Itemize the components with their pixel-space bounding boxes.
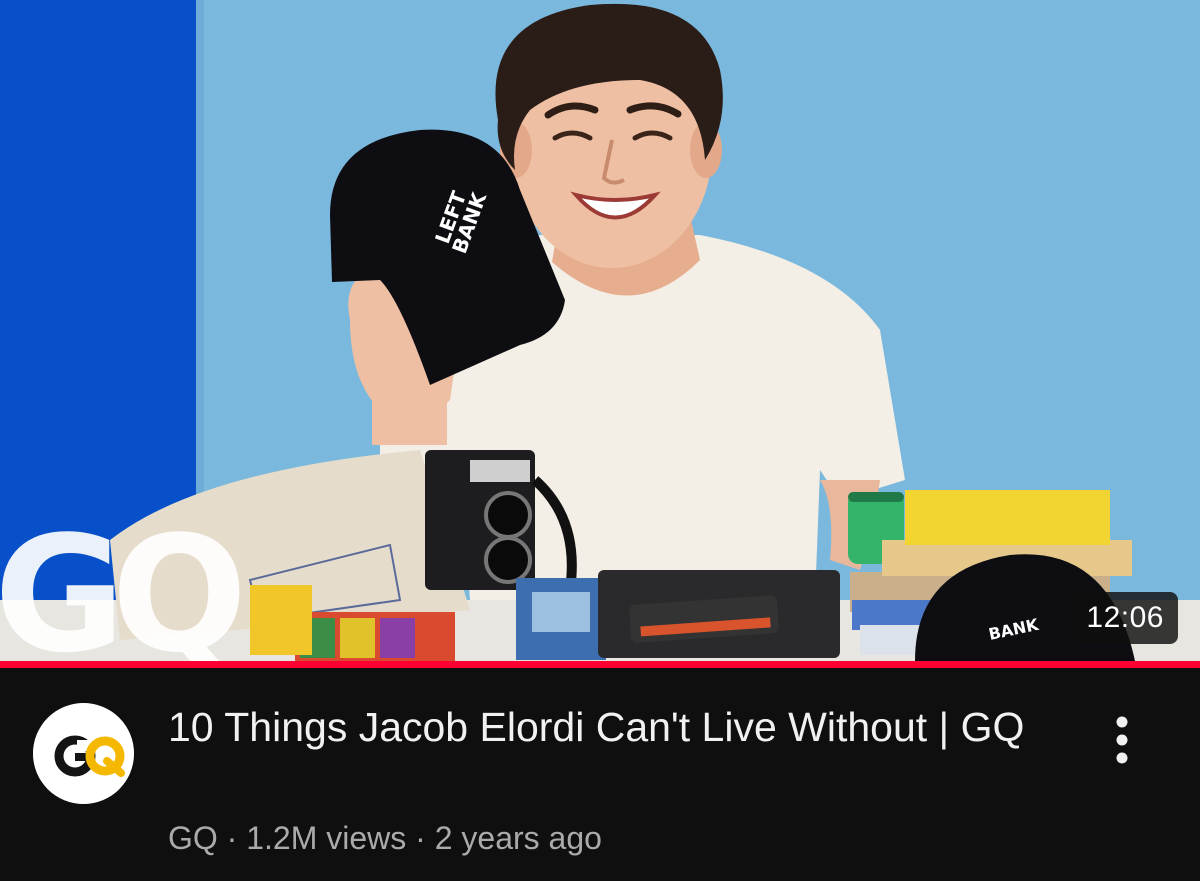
svg-text:GQ: GQ bbox=[0, 501, 239, 661]
video-subline: GQ · 1.2M views · 2 years ago bbox=[168, 818, 602, 858]
separator: · bbox=[406, 820, 435, 856]
video-title[interactable]: 10 Things Jacob Elordi Can't Live Withou… bbox=[168, 700, 1048, 754]
video-card[interactable]: LEFT BANK BANK GQ 12:06 10 Things Jacob … bbox=[0, 0, 1200, 881]
watch-progress-fill bbox=[0, 661, 1200, 668]
channel-avatar[interactable] bbox=[33, 703, 134, 804]
channel-name[interactable]: GQ bbox=[168, 820, 218, 856]
separator: · bbox=[217, 820, 247, 856]
more-vertical-icon bbox=[1116, 716, 1128, 764]
gq-watermark: GQ bbox=[0, 501, 253, 661]
watch-progress-bar bbox=[0, 661, 1200, 668]
upload-age: 2 years ago bbox=[434, 820, 602, 856]
thumbnail-image: LEFT BANK BANK GQ bbox=[0, 0, 1200, 661]
video-thumbnail[interactable]: LEFT BANK BANK GQ 12:06 bbox=[0, 0, 1200, 661]
more-options-button[interactable] bbox=[1098, 704, 1146, 776]
view-count: 1.2M views bbox=[246, 820, 407, 856]
duration-badge: 12:06 bbox=[1072, 592, 1178, 644]
video-metadata: 10 Things Jacob Elordi Can't Live Withou… bbox=[0, 668, 1200, 881]
gq-logo bbox=[33, 703, 134, 804]
